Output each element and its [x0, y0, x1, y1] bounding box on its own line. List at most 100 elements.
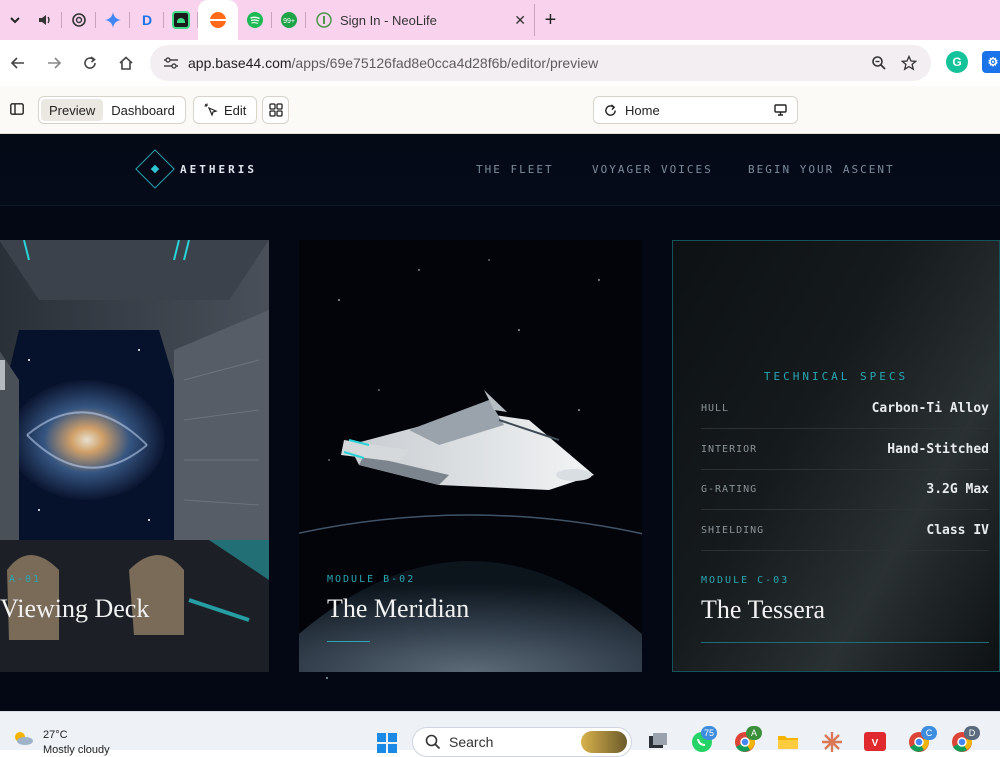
chatgpt-icon: [72, 13, 86, 27]
browser-tab-strip: D 99+ Sign In - NeoLife ✕ +: [0, 0, 1000, 40]
file-explorer-icon[interactable]: [776, 730, 800, 752]
arrow-right-icon: [48, 57, 62, 69]
module-card-viewing-deck[interactable]: A-01 Viewing Deck: [0, 240, 269, 672]
arrow-left-icon: [10, 57, 24, 69]
robot-icon: [172, 11, 190, 29]
chrome-profile-badge: C: [921, 726, 937, 740]
pinned-tab-dlogo[interactable]: D: [130, 0, 164, 40]
dashboard-tab[interactable]: Dashboard: [103, 99, 183, 121]
grammarly-extension-icon[interactable]: G: [946, 51, 968, 73]
claude-icon[interactable]: [820, 730, 844, 752]
windows-start-icon[interactable]: [376, 732, 398, 754]
new-tab-button[interactable]: +: [534, 4, 566, 36]
sidebar-toggle-button[interactable]: [8, 100, 26, 118]
edit-label: Edit: [224, 102, 247, 118]
tab-title: Sign In - NeoLife: [340, 12, 437, 28]
reload-icon: [84, 56, 96, 69]
pinned-tab-base44-active[interactable]: [198, 0, 238, 40]
brand-name[interactable]: AETHERIS: [180, 163, 257, 176]
preview-tab[interactable]: Preview: [41, 99, 104, 121]
weather-description[interactable]: Mostly cloudy: [43, 744, 110, 756]
chrome-profile-badge: D: [964, 726, 980, 740]
module-label: MODULE C-03: [701, 575, 790, 586]
spec-row: HULL Carbon-Ti Alloy: [701, 388, 989, 429]
module-card-the-tessera[interactable]: TECHNICAL SPECS HULL Carbon-Ti Alloy INT…: [672, 240, 1000, 672]
home-icon: [119, 56, 133, 70]
forward-button[interactable]: [36, 45, 72, 81]
module-label: A-01: [9, 574, 42, 585]
taskbar-search[interactable]: Search: [412, 727, 632, 757]
site-settings-icon[interactable]: [160, 56, 182, 70]
task-view-icon[interactable]: [646, 730, 670, 752]
module-title: Viewing Deck: [0, 594, 150, 623]
pinned-tab-spotify[interactable]: [238, 0, 272, 40]
layout-grid-button[interactable]: [262, 96, 289, 124]
search-label: Search: [449, 734, 494, 750]
base44-logo-icon: [210, 12, 226, 28]
page-selector[interactable]: Home: [593, 96, 798, 124]
sidebar-panel-icon: [10, 103, 24, 115]
spec-key: SHIELDING: [701, 524, 765, 536]
weather-temperature[interactable]: 27°C: [43, 729, 68, 741]
windows-taskbar: 27°C Mostly cloudy Search 75 A V C D: [0, 711, 1000, 757]
module-title: The Tessera: [701, 595, 826, 624]
spec-value: Hand-Stitched: [887, 441, 989, 457]
nav-begin-ascent[interactable]: BEGIN YOUR ASCENT: [748, 163, 895, 176]
nav-voyager-voices[interactable]: VOYAGER VOICES: [592, 163, 713, 176]
d-logo-icon: D: [141, 12, 153, 28]
spotify-icon: [247, 12, 263, 28]
bookmark-star-icon[interactable]: [901, 55, 917, 71]
gemini-star-icon: [105, 12, 121, 28]
spec-key: G-RATING: [701, 483, 758, 495]
tab-neolife-signin[interactable]: Sign In - NeoLife ✕: [306, 0, 534, 40]
vlc-icon[interactable]: V: [863, 730, 887, 752]
editor-toolbar: Preview Dashboard Edit Home: [0, 86, 1000, 134]
module-card-the-meridian[interactable]: MODULE B-02 The Meridian: [299, 240, 642, 672]
tab-search-button[interactable]: [2, 7, 28, 33]
close-tab-icon[interactable]: ✕: [514, 12, 526, 29]
carousel-dot: [326, 677, 328, 679]
pinned-tab-messages[interactable]: 99+: [272, 0, 306, 40]
url-path: /apps/69e75126fad8e0cca4d28f6b/editor/pr…: [291, 55, 599, 71]
search-icon: [425, 734, 441, 750]
pinned-tab-android[interactable]: [164, 0, 198, 40]
mode-switch: Preview Dashboard: [38, 96, 186, 124]
chrome-profile-badge: A: [746, 726, 762, 740]
site-header: AETHERIS THE FLEET VOYAGER VOICES BEGIN …: [0, 134, 1000, 206]
spec-row: SHIELDING Class IV: [701, 510, 989, 551]
pinned-tab-gemini[interactable]: [96, 0, 130, 40]
aetheris-logo-icon[interactable]: [135, 149, 175, 189]
address-bar[interactable]: app.base44.com/apps/69e75126fad8e0cca4d2…: [150, 45, 931, 81]
zoom-icon[interactable]: [871, 55, 887, 71]
url-host: app.base44.com: [188, 55, 292, 71]
spec-value: Class IV: [926, 522, 989, 538]
pinned-tab-audio[interactable]: [28, 0, 62, 40]
speaker-icon: [39, 15, 50, 25]
home-button[interactable]: [108, 45, 144, 81]
svg-text:V: V: [872, 738, 879, 749]
spec-row: G-RATING 3.2G Max: [701, 469, 989, 510]
extension-gear-icon[interactable]: ⚙: [982, 51, 1000, 73]
spec-value: Carbon-Ti Alloy: [871, 400, 989, 416]
spec-row: INTERIOR Hand-Stitched: [701, 429, 989, 470]
browser-toolbar: app.base44.com/apps/69e75126fad8e0cca4d2…: [0, 40, 1000, 86]
accent-underline: [327, 641, 370, 642]
module-label: MODULE B-02: [327, 574, 416, 585]
module-title: The Meridian: [327, 594, 470, 623]
pinned-tab-chatgpt[interactable]: [62, 0, 96, 40]
url-text: app.base44.com/apps/69e75126fad8e0cca4d2…: [188, 55, 598, 71]
device-monitor-icon[interactable]: [774, 104, 787, 116]
cursor-click-icon: [204, 103, 218, 117]
back-button[interactable]: [0, 45, 36, 81]
spec-key: HULL: [701, 402, 730, 414]
specs-heading: TECHNICAL SPECS: [763, 370, 909, 383]
svg-text:99+: 99+: [283, 18, 295, 25]
cloud-sun-icon: [15, 732, 33, 745]
nav-the-fleet[interactable]: THE FLEET: [476, 163, 554, 176]
refresh-icon[interactable]: [604, 103, 617, 117]
edit-button[interactable]: Edit: [193, 96, 258, 124]
spec-value: 3.2G Max: [926, 481, 989, 497]
page-selector-value: Home: [625, 102, 660, 118]
chat-bubble-icon: 99+: [281, 12, 297, 28]
reload-button[interactable]: [72, 45, 108, 81]
